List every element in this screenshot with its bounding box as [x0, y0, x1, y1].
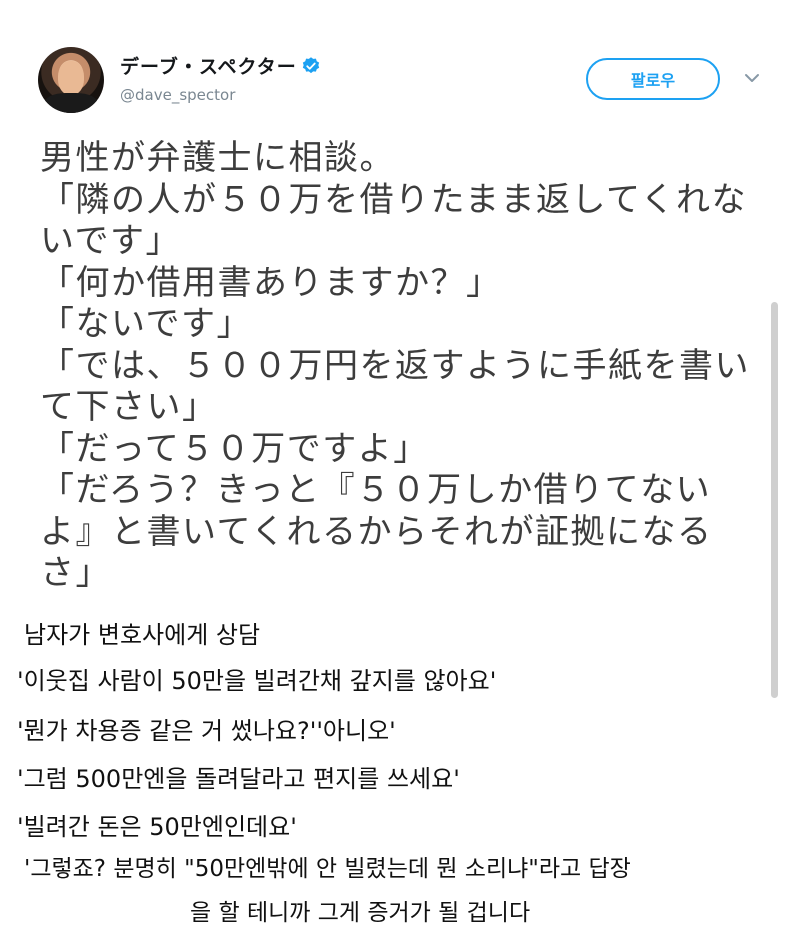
translation-line: '그럼 500만엔을 돌려달라고 편지를 쓰세요' [17, 765, 460, 793]
tweet-line: 「隣の人が５０万を借りたまま返してくれな [40, 179, 747, 220]
translation-line: '뭔가 차용증 같은 거 썼나요?''아니오' [17, 717, 396, 745]
tweet-line: いです」 [40, 221, 181, 261]
tweet-line: 男性が弁護士に相談。 [40, 138, 395, 178]
tweet-line: 「だって５０万ですよ」 [40, 428, 429, 469]
chevron-down-icon[interactable] [744, 72, 760, 84]
tweet-line: 「ないです」 [40, 304, 252, 344]
tweet-line: さ」 [40, 553, 111, 593]
translation-line: '그렇죠? 분명히 "50만엔밖에 안 빌렸는데 뭔 소리냐"라고 답장 [24, 856, 631, 882]
tweet-text: 男性が弁護士に相談。 「隣の人が５０万を借りたまま返してくれな いです」 「何か… [40, 138, 755, 595]
translation-line: '빌려간 돈은 50만엔인데요' [17, 813, 297, 841]
tweet-line: 「だろう？きっと『５０万しか借りてない [40, 470, 712, 510]
avatar-face [58, 61, 84, 95]
name-row: デーブ・スペクター [120, 52, 321, 79]
scrollbar[interactable] [771, 302, 778, 698]
avatar[interactable] [38, 47, 104, 113]
tweet-line: よ』と書いてくれるからそれが証拠になる [40, 511, 713, 552]
display-name[interactable]: デーブ・スペクター [120, 52, 297, 79]
tweet-line: 「何か借用書ありますか？」 [40, 262, 502, 303]
avatar-suit [44, 93, 98, 113]
translation-line: 을 할 테니까 그게 증거가 될 겁니다 [190, 900, 531, 926]
user-handle[interactable]: @dave_spector [120, 86, 235, 104]
tweet-line: 「では、５００万円を返すように手紙を書い [40, 345, 750, 386]
translation-line: 남자가 변호사에게 상담 [24, 621, 261, 649]
verified-badge-icon [302, 56, 319, 73]
follow-button[interactable]: 팔로우 [586, 58, 720, 100]
translation-line: '이웃집 사람이 50만을 빌려간채 갚지를 않아요' [17, 667, 497, 695]
tweet-line: て下さい」 [40, 387, 218, 427]
